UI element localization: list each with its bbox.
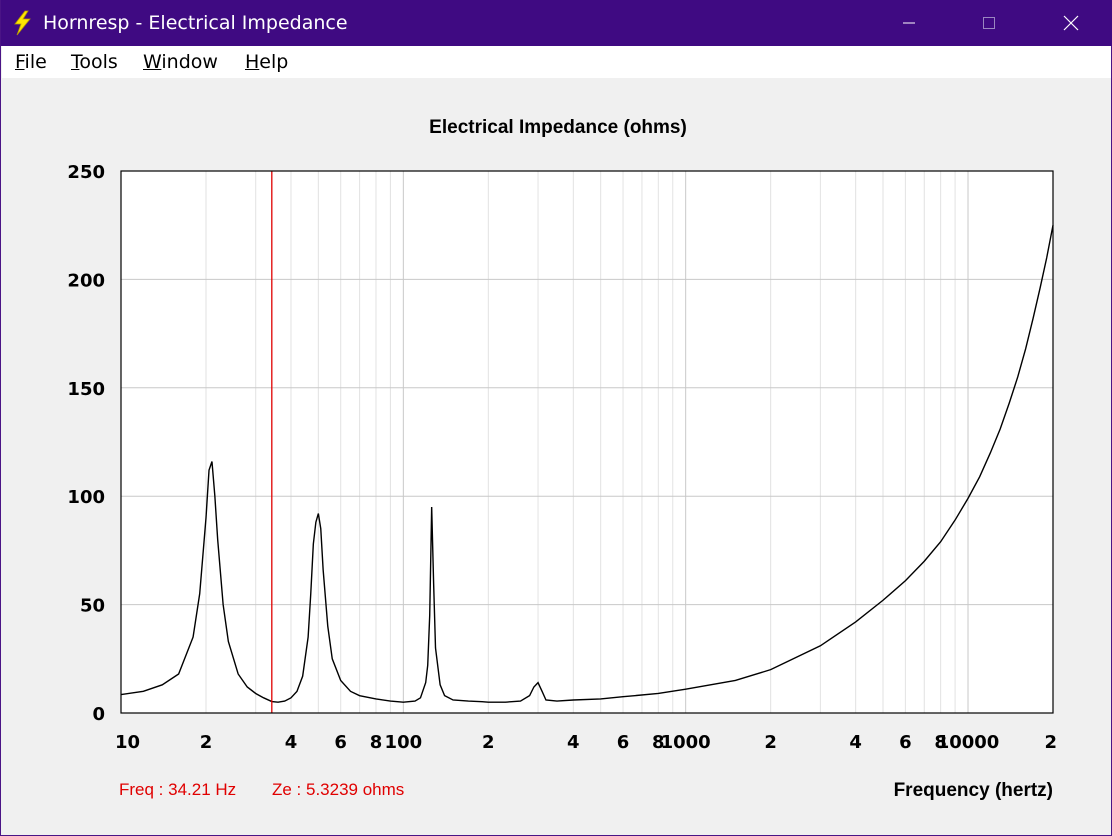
x-tick-labels: 10 2 4 6 8 100 2 4 6 81000 2 4 6 810000 2 <box>115 732 1057 753</box>
x-tick-label: 6 <box>334 732 347 753</box>
x-tick-label: 4 <box>567 732 580 753</box>
y-tick-label: 200 <box>67 270 105 291</box>
minimize-button[interactable] <box>869 0 949 46</box>
menu-help[interactable]: Help <box>245 51 288 73</box>
x-tick-label: 100 <box>385 732 423 753</box>
y-tick-label: 250 <box>67 162 105 183</box>
impedance-chart[interactable]: Electrical Impedance (ohms) 0 50 100 150 200… <box>1 78 1111 778</box>
x-tick-label: 6 <box>617 732 630 753</box>
title-bar[interactable]: Hornresp - Electrical Impedance <box>1 0 1112 46</box>
x-axis-label: Frequency (hertz) <box>893 780 1053 801</box>
x-tick-label: 1000 <box>661 732 711 753</box>
maximize-icon <box>983 17 995 29</box>
y-tick-label: 0 <box>92 704 105 725</box>
close-button[interactable] <box>1031 0 1111 46</box>
x-tick-label: 4 <box>849 732 862 753</box>
close-icon <box>1063 15 1079 31</box>
y-tick-label: 50 <box>80 596 105 617</box>
x-tick-label: 2 <box>200 732 213 753</box>
x-tick-label: 2 <box>764 732 777 753</box>
y-tick-label: 150 <box>67 379 105 400</box>
minimize-icon <box>903 22 915 24</box>
y-tick-labels: 0 50 100 150 200 250 <box>67 162 105 725</box>
x-tick-label: 2 <box>482 732 495 753</box>
x-tick-label: 6 <box>899 732 912 753</box>
plot-area[interactable] <box>121 171 1053 713</box>
x-tick-label: 8 <box>370 732 383 753</box>
menu-bar: File Tools Window Help <box>2 46 1111 78</box>
menu-window[interactable]: Window <box>143 51 218 73</box>
status-frequency: Freq : 34.21 Hz <box>119 780 237 799</box>
y-tick-label: 100 <box>67 487 105 508</box>
menu-file[interactable]: File <box>15 51 47 73</box>
lightning-bolt-icon <box>11 10 33 36</box>
chart-title: Electrical Impedance (ohms) <box>429 117 687 138</box>
menu-tools[interactable]: Tools <box>71 51 118 73</box>
window-title: Hornresp - Electrical Impedance <box>43 12 348 34</box>
x-tick-label: 2 <box>1044 732 1057 753</box>
app-window: Hornresp - Electrical Impedance File Too… <box>0 0 1112 836</box>
maximize-button[interactable] <box>949 0 1029 46</box>
x-tick-label: 4 <box>285 732 298 753</box>
x-tick-label: 10000 <box>937 732 1000 753</box>
x-tick-label: 10 <box>115 732 140 753</box>
status-impedance: Ze : 5.3239 ohms <box>272 780 405 799</box>
